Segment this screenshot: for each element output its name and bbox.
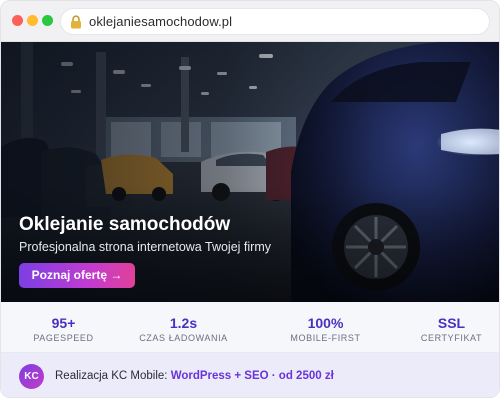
- avatar: KC: [19, 364, 44, 389]
- footer-credit: Realizacja KC Mobile: WordPress + SEO · …: [55, 370, 334, 382]
- stat-label: PAGESPEED: [33, 333, 94, 343]
- footer-credit-highlight[interactable]: WordPress + SEO · od 2500 zł: [171, 370, 334, 382]
- stat-value: 95+: [51, 315, 76, 331]
- footer-bar: KC Realizacja KC Mobile: WordPress + SEO…: [1, 353, 499, 397]
- lock-icon: [71, 15, 81, 29]
- stat-label: MOBILE-FIRST: [290, 333, 361, 343]
- hero-title: Oklejanie samochodów: [19, 214, 231, 235]
- stat-label: CERTYFIKAT: [420, 333, 483, 343]
- url-text: oklejaniesamochodow.pl: [89, 14, 233, 29]
- maximize-window-button[interactable]: [42, 15, 53, 26]
- footer-credit-prefix: Realizacja KC Mobile:: [55, 370, 171, 382]
- stat-value: 1.2s: [169, 315, 198, 331]
- stat-pagespeed: 95+ PAGESPEED: [1, 302, 126, 353]
- close-window-button[interactable]: [12, 15, 23, 26]
- stat-mobile-first: 100% MOBILE-FIRST: [263, 302, 388, 353]
- stat-load-time: 1.2s CZAS ŁADOWANIA: [121, 302, 246, 353]
- stat-value: 100%: [307, 315, 344, 331]
- hero-section: Oklejanie samochodów Profesjonalna stron…: [1, 42, 499, 302]
- stat-ssl: SSL CERTYFIKAT: [389, 302, 499, 353]
- minimize-window-button[interactable]: [27, 15, 38, 26]
- stat-label: CZAS ŁADOWANIA: [139, 333, 228, 343]
- stat-value: SSL: [437, 315, 466, 331]
- address-bar[interactable]: oklejaniesamochodow.pl: [60, 8, 490, 35]
- stats-bar: 95+ PAGESPEED 1.2s CZAS ŁADOWANIA 100% M…: [1, 302, 499, 353]
- browser-toolbar: oklejaniesamochodow.pl: [1, 1, 499, 42]
- browser-window: oklejaniesamochodow.pl Oklejanie samocho…: [0, 0, 500, 398]
- hero-subtitle: Profesjonalna strona internetowa Twojej …: [19, 240, 271, 254]
- cta-button[interactable]: Poznaj ofertę →: [19, 263, 135, 288]
